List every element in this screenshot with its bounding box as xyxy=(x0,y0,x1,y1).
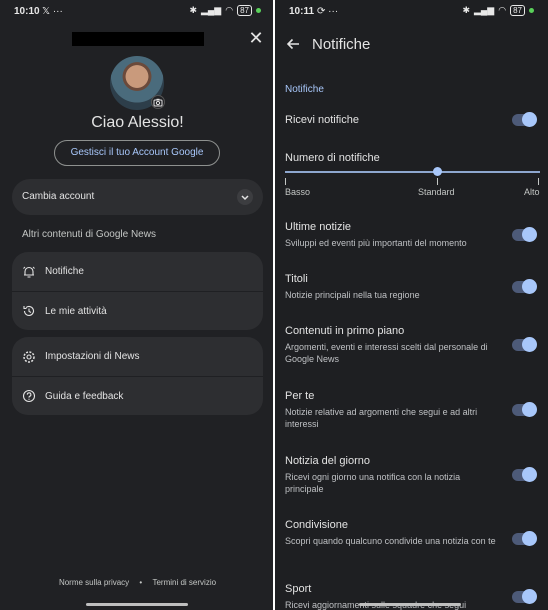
setting-subtitle: Sviluppi ed eventi più importanti del mo… xyxy=(285,238,467,248)
menu-item-label: Le mie attività xyxy=(45,305,107,317)
slider-track xyxy=(285,171,540,173)
greeting-title: Ciao Alessio! xyxy=(91,114,184,131)
setting-condivisione[interactable]: Condivisione Scopri quando qualcuno cond… xyxy=(285,519,538,547)
status-bar: 10:11 ⟳ ··· ✱ ▂▄▆ ◠ 87 xyxy=(275,0,548,24)
wifi-icon: ◠ xyxy=(498,5,507,15)
setting-title: Condivisione xyxy=(285,519,348,531)
setting-titoli[interactable]: Titoli Notizie principali nella tua regi… xyxy=(285,273,538,301)
menu-item-label: Notifiche xyxy=(45,266,84,277)
toggle-knob xyxy=(522,402,537,417)
setting-title: Titoli xyxy=(285,273,308,285)
toggle-switch[interactable] xyxy=(512,531,537,546)
notification-icons: 𝕏 ··· xyxy=(42,6,63,17)
status-time: 10:10 xyxy=(14,6,40,17)
toggle-switch[interactable] xyxy=(512,279,537,294)
section-header: Notifiche xyxy=(285,84,324,95)
privacy-dot xyxy=(256,8,261,13)
gear-icon xyxy=(22,350,36,364)
signal-icon: ▂▄▆ xyxy=(201,5,222,15)
status-bar: 10:10 𝕏 ··· ✱ ▂▄▆ ◠ 87 xyxy=(0,0,275,24)
menu-group-2: Impostazioni di News Guida e feedback xyxy=(12,337,263,415)
menu-item-label: Impostazioni di News xyxy=(45,351,140,362)
slider-label-high: Alto xyxy=(524,187,540,197)
toggle-knob xyxy=(522,337,537,352)
close-icon[interactable]: ✕ xyxy=(246,28,266,48)
status-right-icons: ✱ ▂▄▆ ◠ 87 xyxy=(189,5,261,16)
toggle-switch[interactable] xyxy=(512,337,537,352)
home-indicator[interactable] xyxy=(86,603,188,606)
menu-group-1: Notifiche Le mie attività xyxy=(12,252,263,330)
help-icon xyxy=(22,389,36,403)
redacted-email xyxy=(72,32,204,46)
setting-per-te[interactable]: Per te Notizie relative ad argomenti che… xyxy=(285,390,538,430)
setting-subtitle: Argomenti, eventi e interessi scelti dal… xyxy=(285,342,488,364)
menu-item-attivita[interactable]: Le mie attività xyxy=(12,291,263,330)
menu-item-impostazioni[interactable]: Impostazioni di News xyxy=(12,337,263,376)
chevron-down-icon xyxy=(237,189,253,205)
menu-item-guida[interactable]: Guida e feedback xyxy=(12,376,263,415)
setting-title: Contenuti in primo piano xyxy=(285,325,405,337)
menu-item-label: Guida e feedback xyxy=(45,390,124,402)
bluetooth-icon: ✱ xyxy=(189,5,197,15)
setting-title: Notizia del giorno xyxy=(285,455,370,467)
camera-icon[interactable] xyxy=(151,95,165,109)
page-title: Notifiche xyxy=(312,36,371,53)
status-right-icons: ✱ ▂▄▆ ◠ 87 xyxy=(462,5,534,16)
slider-tick xyxy=(437,178,438,185)
back-arrow-icon[interactable] xyxy=(285,36,301,52)
history-icon xyxy=(22,304,36,318)
toggle-switch[interactable] xyxy=(512,227,537,242)
toggle-knob xyxy=(522,531,537,546)
slider-thumb[interactable] xyxy=(433,167,442,176)
menu-item-notifiche[interactable]: Notifiche xyxy=(12,252,263,291)
setting-contenuti-primo-piano[interactable]: Contenuti in primo piano Argomenti, even… xyxy=(285,325,538,365)
footer-links: Norme sulla privacy • Termini di servizi… xyxy=(0,578,275,587)
account-menu-panel: 10:10 𝕏 ··· ✱ ▂▄▆ ◠ 87 ✕ Ciao Alessio! G… xyxy=(0,0,275,610)
section-label: Altri contenuti di Google News xyxy=(22,229,156,240)
privacy-dot xyxy=(529,8,534,13)
setting-numero-notifiche-title: Numero di notifiche xyxy=(285,152,538,164)
wifi-icon: ◠ xyxy=(225,5,234,15)
setting-title: Per te xyxy=(285,390,315,402)
setting-title: Numero di notifiche xyxy=(285,152,380,164)
setting-ultime-notizie[interactable]: Ultime notizie Sviluppi ed eventi più im… xyxy=(285,221,538,249)
battery-icon: 87 xyxy=(237,5,252,16)
toggle-knob xyxy=(522,227,537,242)
setting-title: Sport xyxy=(285,583,312,595)
setting-title: Ricevi notifiche xyxy=(285,114,359,126)
toggle-switch[interactable] xyxy=(512,589,537,604)
setting-subtitle: Scopri quando qualcuno condivide una not… xyxy=(285,536,496,546)
terms-link[interactable]: Termini di servizio xyxy=(152,578,216,587)
status-time: 10:11 xyxy=(289,6,315,17)
switch-account-button[interactable]: Cambia account xyxy=(12,179,263,215)
privacy-link[interactable]: Norme sulla privacy xyxy=(59,578,129,587)
setting-subtitle: Notizie principali nella tua regione xyxy=(285,290,420,300)
footer-separator: • xyxy=(139,578,143,587)
setting-subtitle: Notizie relative ad argomenti che segui … xyxy=(285,407,478,429)
toggle-knob xyxy=(522,279,537,294)
signal-icon: ▂▄▆ xyxy=(474,5,495,15)
manage-account-button[interactable]: Gestisci il tuo Account Google xyxy=(54,140,220,166)
home-indicator[interactable] xyxy=(359,603,461,606)
setting-title: Ultime notizie xyxy=(285,221,352,233)
setting-ricevi-notifiche[interactable]: Ricevi notifiche xyxy=(285,112,538,127)
toggle-switch[interactable] xyxy=(512,467,537,482)
notifications-settings-panel: 10:11 ⟳ ··· ✱ ▂▄▆ ◠ 87 Notifiche Notific… xyxy=(275,0,548,610)
slider-tick xyxy=(538,178,539,185)
toggle-knob xyxy=(522,589,537,604)
bell-icon xyxy=(22,265,36,279)
slider-tick xyxy=(285,178,286,185)
slider-label-low: Basso xyxy=(285,187,311,197)
toggle-knob xyxy=(522,112,537,127)
setting-subtitle: Ricevi ogni giorno una notifica con la n… xyxy=(285,472,461,494)
bluetooth-icon: ✱ xyxy=(462,5,470,15)
battery-icon: 87 xyxy=(510,5,525,16)
setting-notizia-del-giorno[interactable]: Notizia del giorno Ricevi ogni giorno un… xyxy=(285,455,538,495)
toggle-switch[interactable] xyxy=(512,112,537,127)
slider-label-standard: Standard xyxy=(418,187,455,197)
switch-account-label: Cambia account xyxy=(22,191,95,202)
toggle-switch[interactable] xyxy=(512,402,537,417)
notification-icons: ⟳ ··· xyxy=(317,6,339,17)
toggle-knob xyxy=(522,467,537,482)
